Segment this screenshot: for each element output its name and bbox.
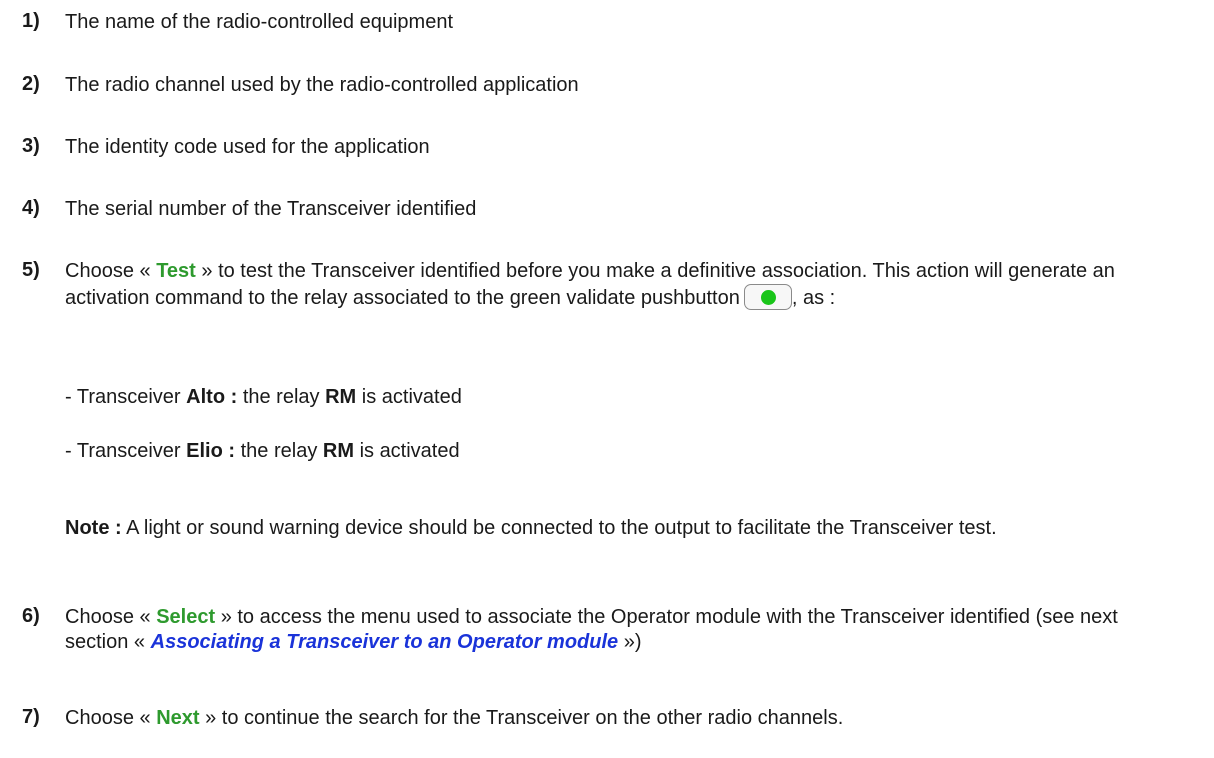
item-number: 4): [22, 197, 40, 219]
note-text: A light or sound warning device should b…: [126, 517, 997, 539]
item-description: » to continue the search for the Transce…: [205, 707, 844, 729]
item-text: Choose « Next » to continue the search f…: [65, 706, 1184, 731]
item-description-end: »): [623, 631, 642, 653]
select-button-label: Select: [156, 606, 216, 628]
model-name: Elio :: [186, 440, 236, 462]
choose-label: Choose «: [65, 260, 151, 282]
item-description: » to test the Transceiver identified bef…: [65, 260, 1115, 309]
item-number: 2): [22, 73, 40, 95]
note-label: Note :: [65, 517, 122, 539]
sub-item-elio: - Transceiver Elio : the relay RM is act…: [65, 439, 1184, 464]
list-item-6: 6) Choose « Select » to access the menu …: [22, 605, 1184, 655]
sub-prefix: - Transceiver: [65, 386, 181, 408]
item-text: The name of the radio-controlled equipme…: [65, 11, 454, 33]
green-led-pushbutton-icon: [743, 284, 792, 310]
item-text: The radio channel used by the radio-cont…: [65, 74, 579, 96]
list-item-3: 3) The identity code used for the applic…: [22, 135, 1184, 160]
list-item-1: 1) The name of the radio-controlled equi…: [22, 10, 1184, 35]
green-led-icon: [760, 290, 776, 305]
item-number: 7): [22, 706, 40, 728]
choose-label: Choose «: [65, 707, 151, 729]
sub-middle: the relay: [240, 440, 318, 462]
list-item-4: 4) The serial number of the Transceiver …: [22, 197, 1184, 222]
sub-suffix: is activated: [359, 440, 460, 462]
item-number: 5): [22, 259, 40, 281]
model-name: Alto :: [186, 386, 238, 408]
item-text: The identity code used for the applicati…: [65, 136, 430, 158]
item-number: 1): [22, 10, 40, 32]
sub-suffix: is activated: [361, 386, 462, 408]
section-link[interactable]: Associating a Transceiver to an Operator…: [151, 631, 619, 653]
item-text: Choose « Test » to test the Transceiver …: [65, 259, 1184, 311]
sub-middle: the relay: [242, 386, 320, 408]
list-item-2: 2) The radio channel used by the radio-c…: [22, 73, 1184, 98]
choose-label: Choose «: [65, 606, 151, 628]
relay-name: RM: [325, 386, 357, 408]
relay-name: RM: [322, 440, 354, 462]
item-number: 6): [22, 605, 40, 627]
item-description-end: , as :: [791, 287, 836, 309]
note-paragraph: Note : A light or sound warning device s…: [65, 516, 1184, 541]
list-item-5: 5) Choose « Test » to test the Transceiv…: [22, 259, 1184, 311]
item-text: The serial number of the Transceiver ide…: [65, 198, 477, 220]
sub-item-alto: - Transceiver Alto : the relay RM is act…: [65, 385, 1184, 410]
document-page: 1) The name of the radio-controlled equi…: [0, 0, 1214, 758]
test-button-label: Test: [156, 260, 196, 282]
sub-prefix: - Transceiver: [65, 440, 181, 462]
list-item-7: 7) Choose « Next » to continue the searc…: [22, 706, 1184, 731]
item-number: 3): [22, 135, 40, 157]
item-text: Choose « Select » to access the menu use…: [65, 605, 1184, 655]
next-button-label: Next: [156, 707, 200, 729]
